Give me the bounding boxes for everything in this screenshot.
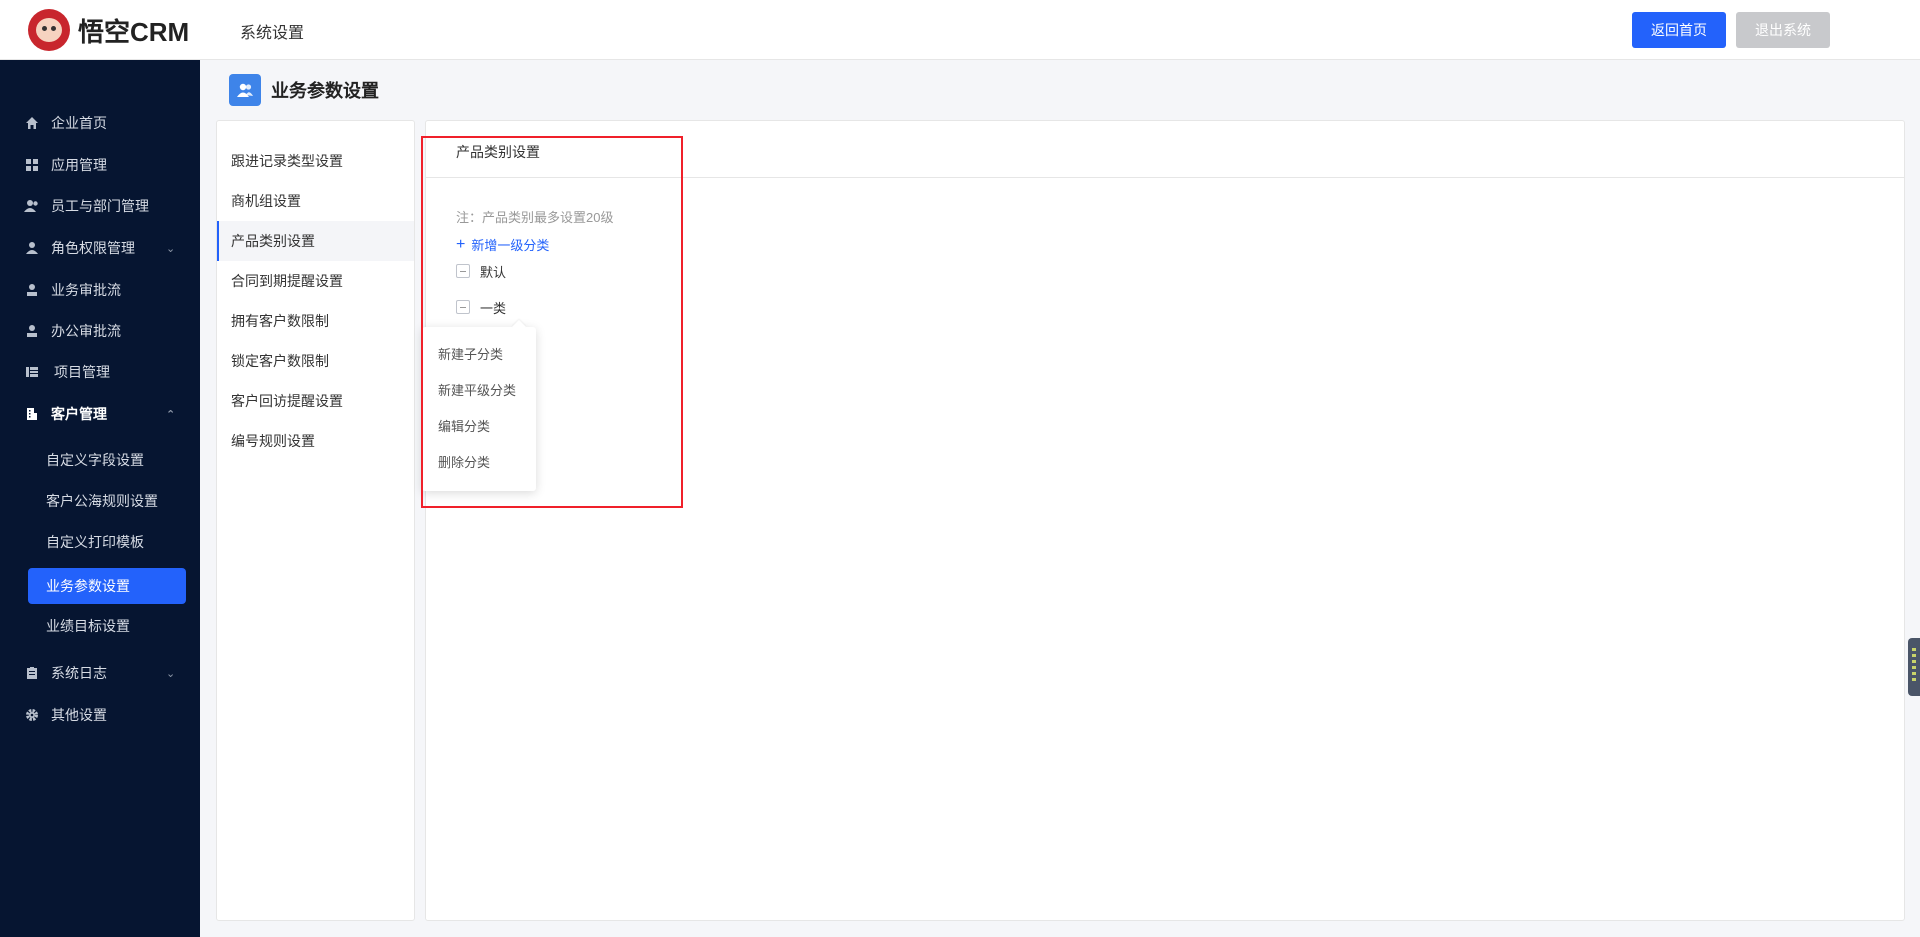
sidebar-item-staff[interactable]: 员工与部门管理: [0, 186, 200, 226]
menu-item-lock-limit[interactable]: 锁定客户数限制: [217, 341, 414, 381]
sidebar-item-label: 员工与部门管理: [51, 198, 149, 214]
sidebar-item-label: 应用管理: [51, 157, 107, 173]
highlight-box: [421, 136, 683, 508]
users-badge-icon: [229, 74, 261, 106]
chevron-up-icon: ⌃: [166, 408, 176, 421]
sidebar-subitem-print-template[interactable]: 自定义打印模板: [28, 524, 186, 560]
sidebar-item-label: 办公审批流: [51, 323, 121, 339]
logo: 悟空CRM: [28, 9, 189, 51]
home-button[interactable]: 返回首页: [1632, 12, 1726, 48]
chevron-down-icon: ⌄: [166, 667, 176, 680]
menu-item-opportunity-group[interactable]: 商机组设置: [217, 181, 414, 221]
sidebar-item-label: 其他设置: [51, 707, 107, 723]
approval-icon: [24, 282, 40, 298]
header-title: 系统设置: [240, 25, 305, 42]
menu-item-customer-limit[interactable]: 拥有客户数限制: [217, 301, 414, 341]
sidebar-item-label: 客户管理: [51, 406, 107, 422]
user-icon: [24, 240, 40, 256]
sidebar-item-office-approval[interactable]: 办公审批流: [0, 311, 200, 351]
settings-menu: 跟进记录类型设置 商机组设置 产品类别设置 合同到期提醒设置 拥有客户数限制 锁…: [216, 120, 415, 921]
grid-icon: [24, 157, 40, 173]
clipboard-icon: [24, 665, 40, 681]
sidebar-subitem-custom-fields[interactable]: 自定义字段设置: [28, 442, 186, 478]
menu-item-numbering-rules[interactable]: 编号规则设置: [217, 421, 414, 461]
chevron-down-icon: ⌄: [166, 242, 176, 255]
sidebar-subitem-performance-goals[interactable]: 业绩目标设置: [28, 608, 186, 644]
sidebar-item-label: 项目管理: [54, 364, 110, 380]
menu-item-follow-type[interactable]: 跟进记录类型设置: [217, 141, 414, 181]
logo-text: 悟空CRM: [78, 16, 190, 47]
menu-item-product-category[interactable]: 产品类别设置: [217, 221, 414, 261]
sidebar-item-apps[interactable]: 应用管理: [0, 145, 200, 185]
building-icon: [24, 406, 40, 422]
sidebar-item-home[interactable]: 企业首页: [0, 103, 200, 143]
sidebar-item-customers[interactable]: 客户管理 ⌃: [0, 394, 200, 434]
project-icon: [24, 364, 40, 380]
sidebar-subitem-pool-rules[interactable]: 客户公海规则设置: [28, 483, 186, 519]
menu-item-contract-reminder[interactable]: 合同到期提醒设置: [217, 261, 414, 301]
sidebar-item-system-log[interactable]: 系统日志 ⌄: [0, 653, 200, 693]
approval-icon: [24, 323, 40, 339]
page-title: 业务参数设置: [271, 81, 379, 101]
sidebar-item-label: 业务审批流: [51, 282, 121, 298]
sidebar-item-roles[interactable]: 角色权限管理 ⌄: [0, 228, 200, 268]
logout-button[interactable]: 退出系统: [1736, 12, 1830, 48]
menu-item-visit-reminder[interactable]: 客户回访提醒设置: [217, 381, 414, 421]
sidebar: 企业首页 应用管理 员工与部门管理 角色权限管理 ⌄ 业务审批流 办公审批流 项…: [0, 60, 200, 937]
sidebar-item-label: 系统日志: [51, 665, 107, 681]
sidebar-item-label: 企业首页: [51, 115, 107, 131]
home-icon: [24, 115, 40, 131]
top-header: 悟空CRM 系统设置 返回首页 退出系统: [0, 0, 1920, 60]
sidebar-item-label: 角色权限管理: [51, 240, 135, 256]
page-header: 业务参数设置: [229, 74, 379, 106]
sidebar-item-other-settings[interactable]: 其他设置: [0, 695, 200, 735]
users-icon: [24, 198, 40, 214]
sidebar-item-business-approval[interactable]: 业务审批流: [0, 270, 200, 310]
gear-icon: [24, 707, 40, 723]
monkey-logo-icon: [28, 9, 70, 51]
sidebar-item-projects[interactable]: 项目管理: [0, 352, 200, 392]
side-widget-handle[interactable]: [1908, 638, 1920, 696]
sidebar-subitem-business-params[interactable]: 业务参数设置: [28, 568, 186, 604]
